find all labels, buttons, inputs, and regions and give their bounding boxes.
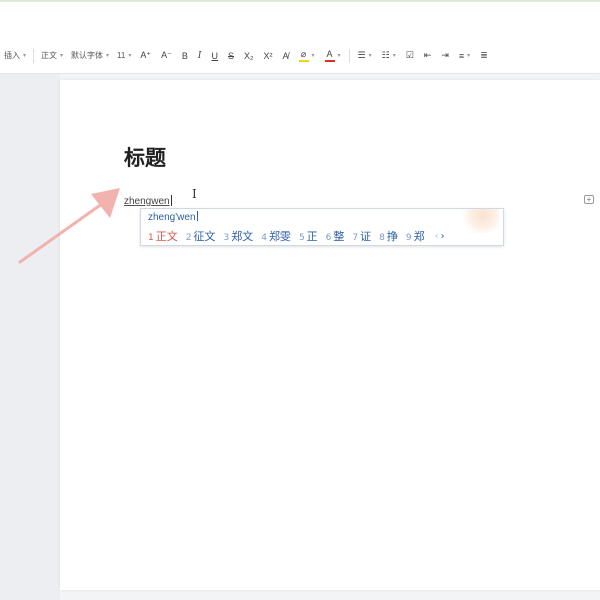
arrow-head xyxy=(91,188,120,218)
annotation-arrow-icon xyxy=(18,188,120,264)
arrow-shaft xyxy=(18,199,108,264)
